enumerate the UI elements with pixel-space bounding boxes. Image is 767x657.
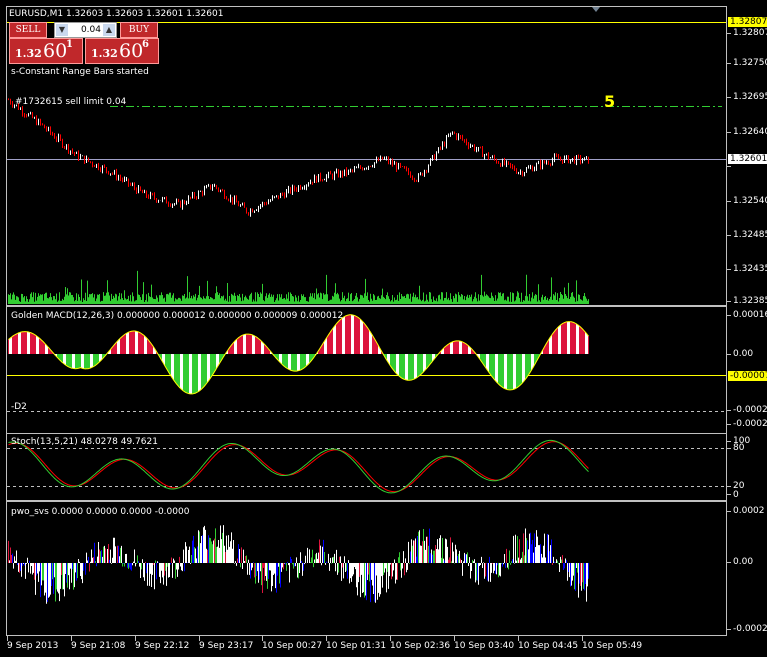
stoch-axis-label: 80 [733,443,745,453]
time-axis-label: 9 Sep 23:17 [199,641,254,651]
time-axis-label: 9 Sep 2013 [7,641,59,651]
time-axis-label: 10 Sep 01:31 [326,641,387,651]
current-price-tag: 1.32601 [728,154,767,164]
pwo-axis-label: 0.0002 [733,506,765,516]
chart-title: EURUSD,M1 1.32603 1.32603 1.32601 1.3260… [9,9,224,19]
macd-axis-label: 0.00 [733,349,754,359]
order-label: #1732615 sell limit 0.04 [15,97,127,107]
lot-size-value[interactable]: 0.04 [68,23,103,37]
buy-price-button[interactable]: 1.32 60 6 [85,38,159,64]
sell-button[interactable]: SELL [9,22,47,38]
one-click-trading-panel[interactable]: SELL ▼ 0.04 ▲ BUY 1.32 60 1 1.32 60 6 [9,22,159,64]
stoch-title: Stoch(13,5,21) 48.0278 49.7621 [11,437,158,447]
macd-title: Golden MACD(12,26,3) 0.000000 0.000012 0… [11,311,344,321]
stoch-signal-line [8,441,589,493]
volume-group [8,270,589,304]
sell-price-fraction: 1 [66,39,73,50]
pwo-axis-label: -0.0002 [733,624,767,634]
macd-axis-label: -0.000268 [733,419,767,429]
sell-price-pips: 60 [43,40,68,62]
macd-signal-tag: -0.00007 [728,371,767,381]
macd-histogram [8,314,589,394]
status-text: s-Constant Range Bars started [11,67,149,77]
price-axis-label: 1.32540 [733,196,767,206]
sell-price-prefix: 1.32 [15,47,42,60]
pwo-title: pwo_svs 0.0000 0.0000 0.0000 -0.0000 [11,507,190,517]
lot-decrease-icon[interactable]: ▼ [56,24,68,36]
time-axis-label: 10 Sep 02:36 [390,641,451,651]
time-axis-label: 10 Sep 00:27 [262,641,323,651]
macd-axis-label: 0.000161 [733,310,767,320]
time-axis-label: 10 Sep 03:40 [454,641,515,651]
time-axis-label: 9 Sep 21:08 [71,641,126,651]
lot-size-field[interactable]: ▼ 0.04 ▲ [54,22,117,38]
macd-level-label: -D2 [11,402,27,412]
stoch-axis-label: 0 [733,490,739,500]
sell-price-button[interactable]: 1.32 60 1 [9,38,83,64]
time-axis-label: 10 Sep 05:49 [582,641,643,651]
order-price-tag: 1.32807 [728,17,767,27]
pwo-histogram [8,525,589,604]
price-axis-label: 1.32640 [733,127,767,137]
time-axis-label: 9 Sep 22:12 [135,641,190,651]
buy-price-pips: 60 [119,40,144,62]
price-axis-ticks [727,33,731,630]
order-marker: 5 [604,92,616,111]
macd-axis-label: -0.0002 [733,405,767,415]
price-axis-label: 1.32807 [733,28,767,38]
lot-increase-icon[interactable]: ▲ [103,24,115,36]
pwo-axis-label: 0.00 [733,557,754,567]
price-axis-label: 1.32485 [733,230,767,240]
price-axis-label: 1.32385 [733,296,767,306]
chart-shift-marker[interactable] [592,7,600,12]
chart-window[interactable]: EURUSD,M1 1.32603 1.32603 1.32601 1.3260… [0,0,767,657]
price-axis-label: 1.32695 [733,92,767,102]
buy-button[interactable]: BUY [120,22,158,38]
price-axis-label: 1.32435 [733,264,767,274]
time-axis-label: 10 Sep 04:45 [518,641,579,651]
buy-price-fraction: 6 [142,39,149,50]
candles-group [8,98,589,217]
price-axis-label: 1.32750 [733,58,767,68]
buy-price-prefix: 1.32 [91,47,118,60]
